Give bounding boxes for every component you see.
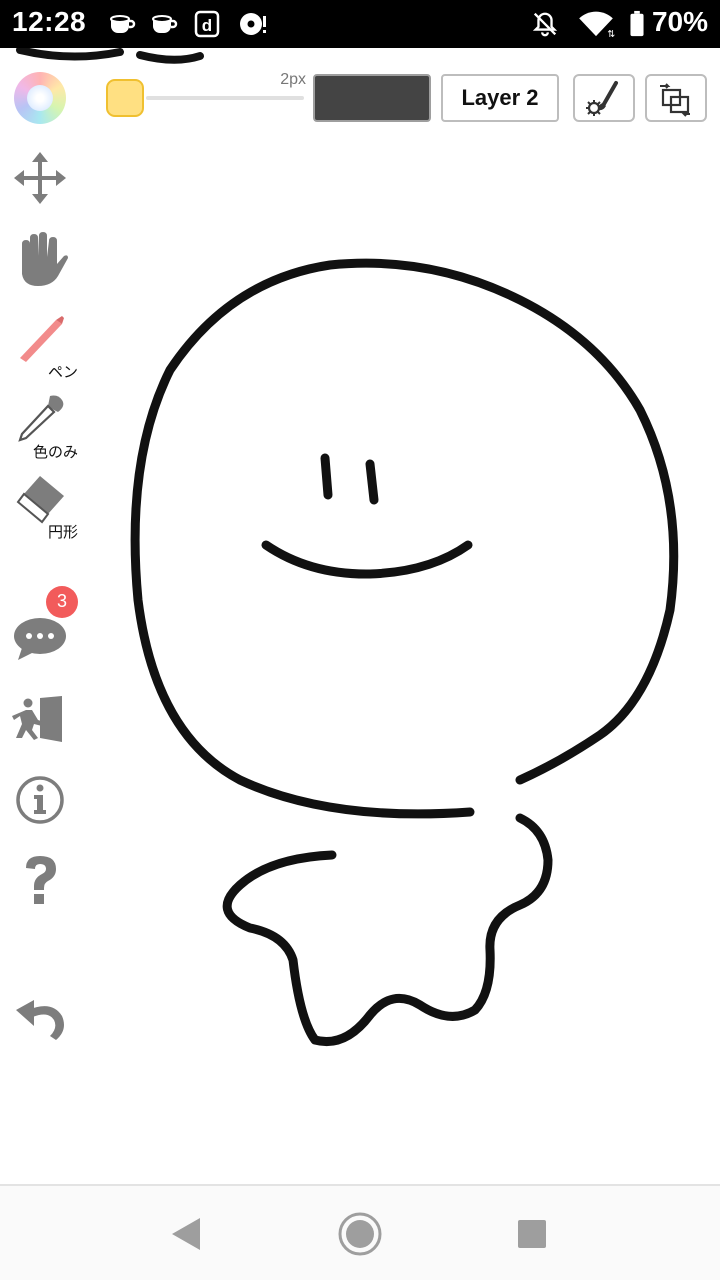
pen-icon	[20, 316, 64, 362]
battery-percent: 70%	[651, 6, 708, 37]
drawing-strokes	[16, 48, 679, 1047]
wifi-icon: ⇅	[579, 11, 615, 38]
status-bar: 12:28 d ⇅ 70%	[0, 0, 720, 48]
eraser-tool[interactable]	[12, 472, 72, 524]
recents-icon[interactable]	[516, 1218, 548, 1250]
help-question-icon	[26, 856, 56, 904]
layer-button[interactable]: Layer 2	[441, 74, 559, 122]
undo-icon	[16, 1000, 64, 1040]
layer-transform-button[interactable]	[645, 74, 707, 122]
eraser-tool-label: 円形	[48, 524, 79, 541]
d-app-icon: d	[194, 10, 220, 38]
help-button[interactable]	[12, 852, 72, 908]
layer-transform-icon	[660, 83, 690, 117]
chat-badge-count: 3	[46, 586, 78, 618]
move-arrows-icon	[14, 152, 66, 204]
cup-icon	[110, 15, 136, 33]
svg-text:⇅: ⇅	[607, 29, 615, 38]
status-time: 12:28	[12, 6, 87, 37]
chat-bubble-icon	[14, 618, 66, 660]
eyedropper-tool-label: 色のみ	[33, 444, 79, 461]
eraser-icon	[16, 476, 64, 524]
chat-button[interactable]	[12, 614, 72, 662]
back-icon[interactable]	[170, 1216, 202, 1252]
cup-icon	[152, 15, 178, 33]
exit-door-icon	[12, 696, 62, 742]
eyedropper-icon	[18, 395, 64, 442]
info-icon	[16, 776, 64, 824]
hand-tool[interactable]	[12, 230, 72, 288]
pen-tool-label: ペン	[48, 364, 79, 381]
info-button[interactable]	[12, 774, 72, 826]
disc-icon	[240, 13, 266, 35]
undo-button[interactable]	[12, 992, 72, 1044]
exit-button[interactable]	[12, 694, 72, 744]
hand-icon	[22, 232, 68, 286]
color-swatch-button[interactable]	[313, 74, 431, 122]
home-icon[interactable]	[336, 1210, 384, 1258]
pen-tool[interactable]	[12, 312, 72, 364]
move-tool[interactable]	[12, 150, 72, 206]
brush-settings-button[interactable]	[573, 74, 635, 122]
current-color-swatch[interactable]	[106, 79, 144, 117]
pen-size-slider[interactable]	[146, 96, 304, 100]
pen-size-label: 2px	[280, 71, 306, 88]
svg-text:d: d	[202, 16, 212, 35]
brush-settings-icon	[586, 81, 618, 116]
eyedropper-tool[interactable]	[12, 392, 72, 444]
battery-icon	[630, 10, 644, 37]
bell-off-icon	[532, 12, 558, 37]
color-wheel-button[interactable]	[14, 72, 66, 124]
navigation-bar	[0, 1184, 720, 1280]
